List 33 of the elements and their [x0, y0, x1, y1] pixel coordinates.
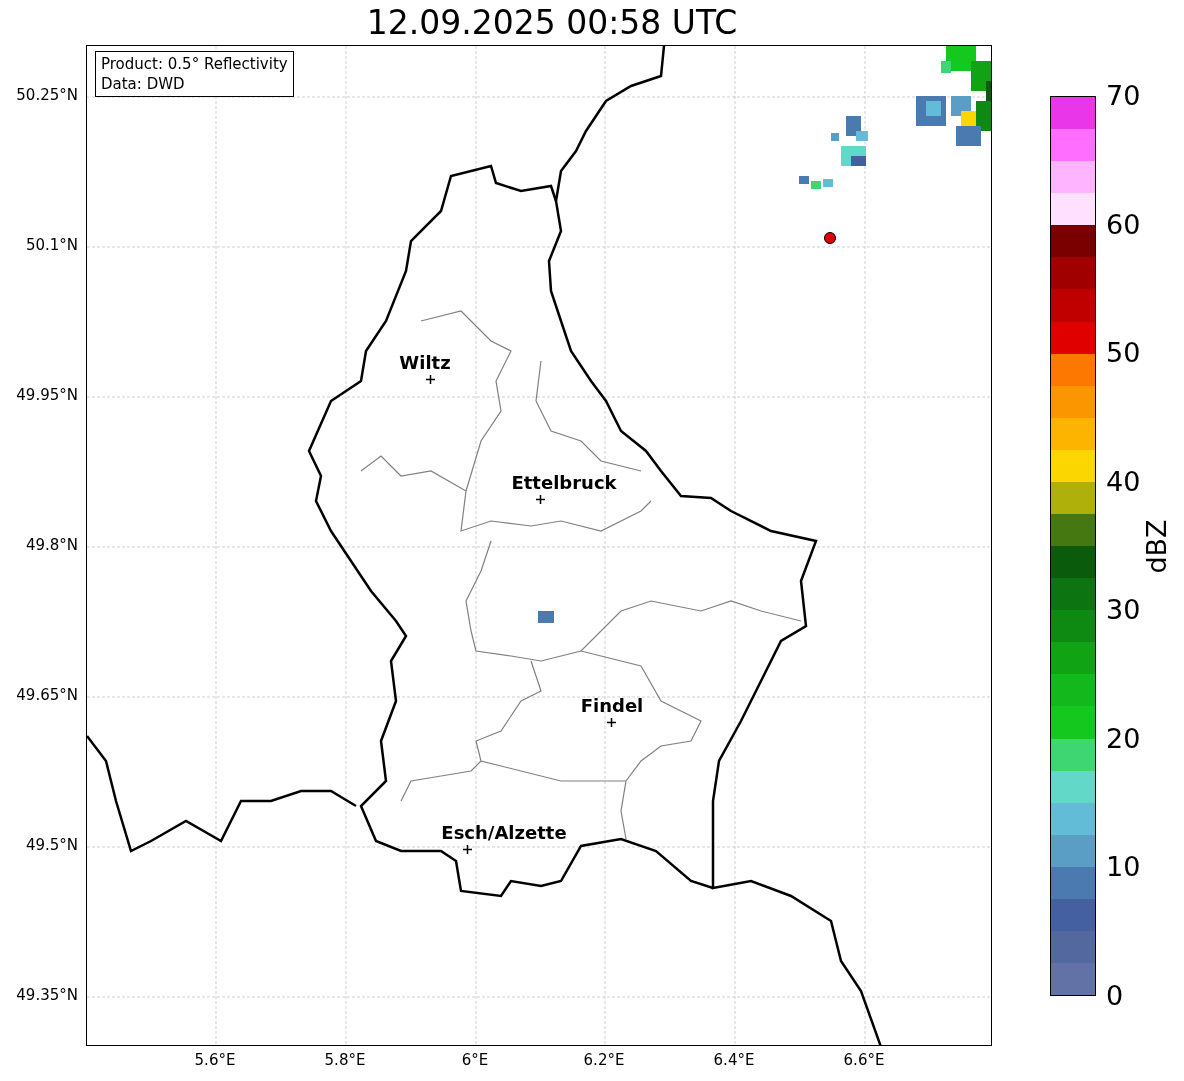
colorbar-tick-label: 40: [1106, 467, 1141, 495]
longitude-label: 6.6°E: [843, 1053, 885, 1068]
latitude-label: 49.65°N: [16, 688, 78, 703]
colorbar-tick-label: 20: [1106, 724, 1141, 752]
longitude-label: 5.8°E: [324, 1053, 366, 1068]
colorbar-tick-label: 50: [1106, 339, 1141, 367]
latitude-label: 49.35°N: [16, 988, 78, 1003]
longitude-label: 6.4°E: [713, 1053, 755, 1068]
colorbar-tick-label: 0: [1106, 982, 1124, 1009]
colorbar-tick-label: 60: [1106, 210, 1141, 238]
latitude-label: 49.95°N: [16, 388, 78, 403]
city-label: Findel: [580, 697, 644, 715]
colorbar-tick-label: 30: [1106, 596, 1141, 624]
cross-marker-icon: [607, 718, 616, 727]
latitude-label: 49.8°N: [25, 538, 78, 553]
city-label: Ettelbruck: [511, 474, 617, 492]
cross-marker-icon: [536, 495, 545, 504]
latitude-label: 50.25°N: [16, 88, 78, 103]
cross-marker-icon: [463, 845, 472, 854]
colorbar-tick-label: 10: [1106, 853, 1141, 881]
city-label: Wiltz: [399, 354, 451, 372]
latitude-label: 49.5°N: [25, 838, 78, 853]
longitude-label: 6°E: [461, 1053, 489, 1068]
longitude-label: 6.2°E: [583, 1053, 625, 1068]
chart-title: 12.09.2025 00:58 UTC: [366, 6, 738, 39]
city-label: Esch/Alzette: [441, 824, 567, 842]
latitude-label: 50.1°N: [25, 238, 78, 253]
info-text: Product: 0.5° Reflectivity: [101, 54, 288, 74]
info-text: Data: DWD: [101, 74, 186, 94]
colorbar-label: dBZ: [1142, 518, 1170, 574]
cross-marker-icon: [426, 375, 435, 384]
longitude-label: 5.6°E: [194, 1053, 236, 1068]
colorbar-tick-label: 70: [1106, 82, 1141, 109]
